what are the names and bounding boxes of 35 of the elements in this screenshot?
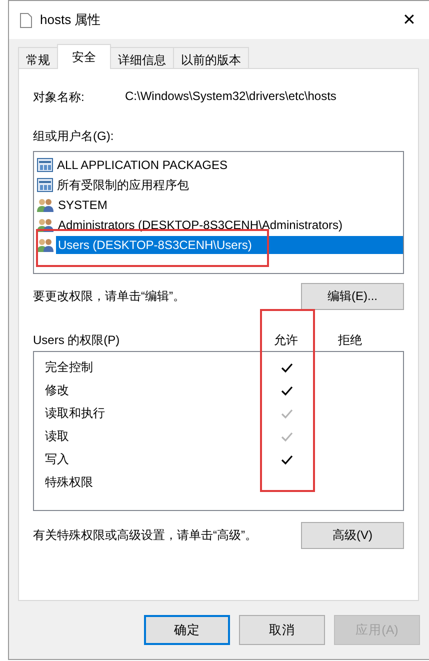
file-icon	[20, 12, 32, 28]
group-item[interactable]: ALL APPLICATION PACKAGES	[55, 156, 230, 174]
deny-header: 拒绝	[338, 332, 362, 348]
permission-name: 修改	[44, 382, 70, 399]
users-icon	[37, 238, 54, 252]
users-icon	[37, 198, 54, 212]
edit-button[interactable]: 编辑(E)...	[301, 283, 404, 310]
permission-name: 读取	[44, 428, 70, 445]
group-item[interactable]: Users (DESKTOP-8S3CENH\Users)	[56, 236, 403, 254]
permission-name: 特殊权限	[44, 474, 94, 491]
close-button[interactable]: ✕	[389, 10, 429, 30]
package-icon	[37, 158, 53, 172]
permission-name: 读取和执行	[44, 405, 106, 422]
dialog-button[interactable]: 确定	[144, 615, 230, 645]
allow-header: 允许	[274, 332, 298, 348]
dialog-button[interactable]: 取消	[239, 615, 325, 645]
tab[interactable]: 详细信息	[110, 47, 174, 69]
tab[interactable]: 常规	[18, 47, 58, 69]
group-item[interactable]: Administrators (DESKTOP-8S3CENH\Administrators)	[56, 216, 345, 234]
users-icon	[37, 218, 54, 232]
window-title: hosts 属性	[40, 11, 102, 29]
group-item[interactable]: SYSTEM	[56, 196, 110, 214]
tab[interactable]: 安全	[57, 44, 111, 69]
advanced-hint: 有关特殊权限或高级设置，请单击“高级”。	[33, 527, 257, 544]
package-icon	[37, 178, 53, 192]
object-path: C:\Windows\System32\drivers\etc\hosts	[125, 89, 336, 105]
advanced-button[interactable]: 高级(V)	[301, 522, 404, 549]
permission-name: 完全控制	[44, 359, 94, 376]
object-name-label: 对象名称:	[33, 89, 86, 106]
groups-label: 组或用户名(G):	[33, 128, 115, 145]
group-item[interactable]: 所有受限制的应用程序包	[55, 174, 191, 196]
tab[interactable]: 以前的版本	[173, 47, 249, 69]
permission-name: 写入	[44, 451, 70, 468]
edit-hint: 要更改权限，请单击“编辑”。	[33, 288, 185, 305]
permissions-label: Users 的权限(P)	[33, 332, 121, 348]
